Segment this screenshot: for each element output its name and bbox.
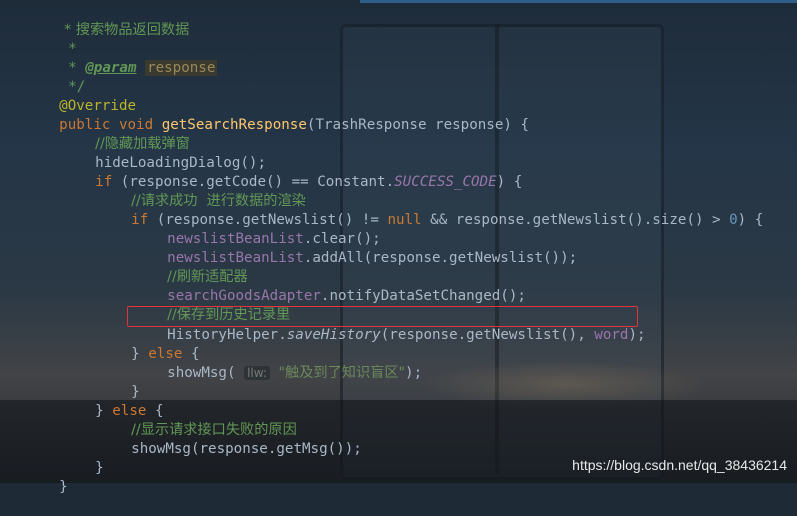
code-editor[interactable]: * 搜索物品返回数据 * * @param response */ @Overr… <box>0 0 797 495</box>
code-line-11: if (response.getNewslist() != null && re… <box>131 212 764 228</box>
watermark-url: https://blog.csdn.net/qq_38436214 <box>572 457 787 473</box>
code-line-7: //隐藏加载弹窗 <box>61 116 190 152</box>
keyword-null: null <box>387 212 422 228</box>
code-line-9: if (response.getCode() == Constant.SUCCE… <box>95 174 523 190</box>
code-line-3: * @param response <box>34 40 218 76</box>
constant-success-code: SUCCESS_CODE <box>394 174 497 190</box>
code-line-13: newslistBeanList.addAll(response.getNews… <box>167 250 578 266</box>
method-params: (TrashResponse response) { <box>306 117 529 133</box>
param-tag: @param <box>85 60 137 76</box>
code-line-19: showMsg( llw: "触及到了知识盲区"); <box>167 365 423 381</box>
code-line-25: } <box>59 479 68 495</box>
code-line-14: //刷新适配器 <box>133 249 248 285</box>
code-line-6: public void getSearchResponse(TrashRespo… <box>25 97 529 133</box>
code-line-21: } else { <box>95 403 164 419</box>
code-line-24: } <box>95 460 104 476</box>
code-line-22: //显示请求接口失败的原因 <box>97 402 297 438</box>
parameter-hint: llw: <box>244 366 270 380</box>
code-line-20: } <box>131 384 140 400</box>
code-line-12: newslistBeanList.clear(); <box>167 231 381 247</box>
number-zero: 0 <box>729 212 738 228</box>
doc-comment-title: * 搜索物品返回数据 <box>64 22 190 38</box>
code-line-23: showMsg(response.getMsg()); <box>97 421 362 457</box>
code-line-8: hideLoadingDialog(); <box>61 135 266 171</box>
code-line-5: @Override <box>25 78 136 114</box>
code-line-15: searchGoodsAdapter.notifyDataSetChanged(… <box>167 288 526 304</box>
code-line-2: * <box>34 21 77 57</box>
param-name: response <box>145 60 218 76</box>
call-showmsg-error: showMsg(response.getMsg()); <box>131 441 362 457</box>
highlight-box <box>127 306 638 327</box>
method-save-history: saveHistory <box>286 327 381 343</box>
field-word: word <box>594 327 629 343</box>
code-line-18: } else { <box>131 346 200 362</box>
code-line-4: */ <box>34 59 85 95</box>
code-line-16: //保存到历史记录里 <box>133 287 290 323</box>
code-line-10: //请求成功 进行数据的渲染 <box>97 173 306 209</box>
string-message: "触及到了知识盲区" <box>278 365 406 381</box>
code-line-1: * 搜索物品返回数据 <box>30 2 189 38</box>
call-showmsg: showMsg( <box>167 365 236 381</box>
